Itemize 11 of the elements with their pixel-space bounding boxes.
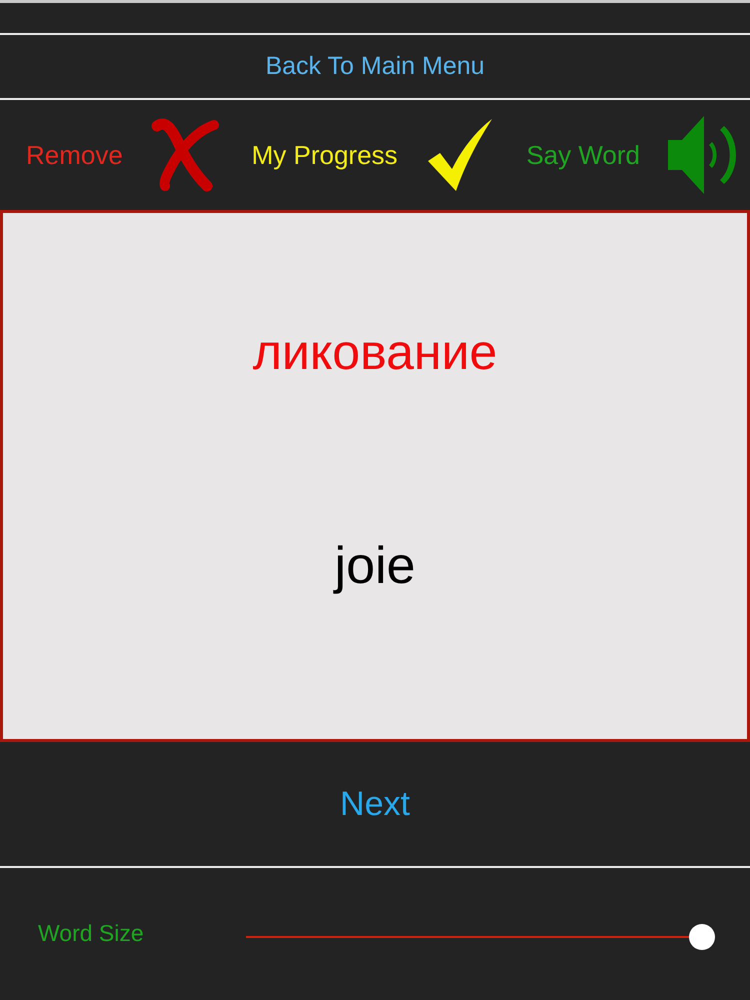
slider-thumb[interactable] xyxy=(689,924,715,950)
back-button[interactable]: Back To Main Menu xyxy=(265,52,485,81)
remove-button[interactable]: Remove xyxy=(26,118,219,192)
checkmark-icon xyxy=(426,117,494,193)
translation-word: joie xyxy=(334,536,416,596)
word-size-label: Word Size xyxy=(38,920,145,946)
say-word-button[interactable]: Say Word xyxy=(526,114,740,196)
x-mark-icon xyxy=(150,118,219,192)
next-button[interactable]: Next xyxy=(340,784,410,824)
foreign-word: ликование xyxy=(252,323,498,382)
my-progress-button[interactable]: My Progress xyxy=(252,117,494,193)
